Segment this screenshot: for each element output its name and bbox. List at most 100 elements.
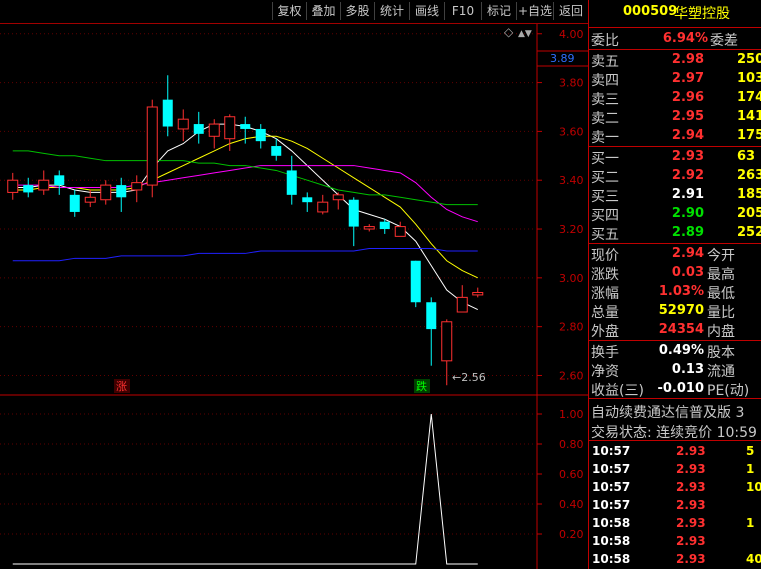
stat-row: 涨幅 1.03% 最低 xyxy=(589,282,761,302)
notice-text[interactable]: 自动续费通达信普及版 3 xyxy=(591,402,744,422)
bid-row[interactable]: 买三 2.91 185 xyxy=(589,185,761,205)
price-tick-label: 3.40 xyxy=(559,174,584,187)
ma-line-ma1 xyxy=(12,123,478,311)
scroll-arrows-icon[interactable]: ▲▼ xyxy=(518,29,532,39)
stat-label: 收益(三) xyxy=(591,383,644,399)
settings-icon[interactable]: ◇ xyxy=(504,25,514,39)
stat-row: 涨跌 0.03 最高 xyxy=(589,263,761,283)
ask-row[interactable]: 卖三 2.96 174 xyxy=(589,88,761,108)
ask-volume: 103 xyxy=(737,71,761,86)
stat-label-right: 股本 xyxy=(707,345,735,361)
tick-time: 10:58 xyxy=(592,516,631,530)
candle-body-up xyxy=(224,116,236,140)
tick-volume: 40 xyxy=(746,552,761,566)
bid-volume: 63 xyxy=(737,149,756,164)
candles xyxy=(7,75,484,386)
bid-price: 2.90 xyxy=(671,206,704,221)
stat-row: 总量 52970 量比 xyxy=(589,301,761,321)
add-watchlist-button[interactable]: +自选 xyxy=(516,2,553,20)
mark-button[interactable]: 标记 xyxy=(481,2,516,20)
indicator-tick-label: 0.40 xyxy=(559,498,584,511)
weibi-label: 委比 xyxy=(591,33,619,49)
overlay-button[interactable]: 叠加 xyxy=(306,2,340,20)
candle-body-down xyxy=(286,170,297,195)
candle-body-up xyxy=(100,184,112,201)
tick-time: 10:58 xyxy=(592,552,631,566)
multi-stock-button[interactable]: 多股 xyxy=(340,2,374,20)
tick-price: 2.93 xyxy=(676,462,706,476)
indicator-tick-label: 0.60 xyxy=(559,468,584,481)
ask-row[interactable]: 卖四 2.97 103 xyxy=(589,69,761,89)
ask-row[interactable]: 卖五 2.98 250 xyxy=(589,50,761,70)
stat-label: 总量 xyxy=(591,305,619,321)
candle-body-down xyxy=(255,128,266,142)
price-tick-label: 4.00 xyxy=(559,28,584,41)
stock-code: 000509 xyxy=(623,4,678,19)
statistics-button[interactable]: 统计 xyxy=(374,2,409,20)
ask-row[interactable]: 卖二 2.95 141 xyxy=(589,107,761,127)
ma-line-ma3 xyxy=(12,165,478,223)
stat-row: 现价 2.94 今开 xyxy=(589,244,761,264)
tick-row[interactable]: 10:57 2.93 1 xyxy=(589,460,761,478)
tick-time: 10:57 xyxy=(592,480,631,494)
stat-label-right: PE(动) xyxy=(707,383,750,399)
back-button[interactable]: 返回 xyxy=(553,2,588,20)
bid-price: 2.89 xyxy=(671,225,704,240)
bid-volume: 185 xyxy=(737,187,761,202)
bid-label: 买三 xyxy=(591,189,619,205)
tick-price: 2.93 xyxy=(676,498,706,512)
indicator-series xyxy=(12,413,478,565)
ask-label: 卖四 xyxy=(591,73,619,89)
draw-line-button[interactable]: 画线 xyxy=(409,2,444,20)
indicator-tick-label: 0.80 xyxy=(559,438,584,451)
stat-label: 涨跌 xyxy=(591,267,619,283)
notice-row[interactable]: 自动续费通达信普及版 3 xyxy=(589,401,761,422)
current-price-badge: 3.89 xyxy=(550,52,575,65)
candle-body-up xyxy=(208,123,220,137)
kline-chart[interactable]: 4.00 3.80 3.60 3.40 3.20 3.00 2.80 2.60 1.00 0.8… xyxy=(0,24,588,569)
candle-body-up xyxy=(146,106,158,186)
ask-label: 卖五 xyxy=(591,54,619,70)
stat-row: 收益(三) -0.010 PE(动) xyxy=(589,379,761,399)
bid-volume: 252 xyxy=(737,225,761,240)
f10-button[interactable]: F10 xyxy=(444,2,481,20)
ask-label: 卖二 xyxy=(591,111,619,127)
tick-row[interactable]: 10:58 2.93 1 xyxy=(589,514,761,532)
bid-row[interactable]: 买一 2.93 63 xyxy=(589,147,761,167)
stat-label: 净资 xyxy=(591,364,619,380)
tick-row[interactable]: 10:58 2.93 xyxy=(589,532,761,550)
weicha-label: 委差 xyxy=(710,33,738,49)
stock-name: 华塑控股 xyxy=(674,6,730,22)
bid-row[interactable]: 买四 2.90 205 xyxy=(589,204,761,224)
tick-row[interactable]: 10:57 2.93 5 xyxy=(589,442,761,460)
candle-body-up xyxy=(332,194,344,201)
stat-value: 52970 xyxy=(658,303,704,318)
tick-row[interactable]: 10:57 2.93 10 xyxy=(589,478,761,496)
candle-body-up xyxy=(363,226,375,230)
bid-row[interactable]: 买五 2.89 252 xyxy=(589,223,761,243)
bid-price: 2.91 xyxy=(671,187,704,202)
bid-price: 2.93 xyxy=(671,149,704,164)
candle-body-down xyxy=(410,260,421,303)
ask-row[interactable]: 卖一 2.94 175 xyxy=(589,126,761,146)
tick-price: 2.93 xyxy=(676,534,706,548)
candle-body-up xyxy=(84,196,96,203)
tick-price: 2.93 xyxy=(676,516,706,530)
tick-row[interactable]: 10:57 2.93 xyxy=(589,496,761,514)
price-tick-label: 3.00 xyxy=(559,272,584,285)
candle-body-up xyxy=(394,226,406,237)
candle-body-down xyxy=(379,221,390,230)
tick-price: 2.93 xyxy=(676,552,706,566)
candle-body-down xyxy=(116,185,127,198)
price-tick-label: 3.20 xyxy=(559,223,584,236)
bid-label: 买二 xyxy=(591,170,619,186)
ask-label: 卖一 xyxy=(591,130,619,146)
ask-volume: 141 xyxy=(737,109,761,124)
candle-body-down xyxy=(23,185,34,193)
tick-row[interactable]: 10:58 2.93 40 xyxy=(589,550,761,568)
fuquan-button[interactable]: 复权 xyxy=(272,2,306,20)
stock-header: 000509 华塑控股 xyxy=(589,0,761,28)
stat-label: 外盘 xyxy=(591,324,619,340)
stat-label-right: 内盘 xyxy=(707,324,735,340)
bid-row[interactable]: 买二 2.92 263 xyxy=(589,166,761,186)
